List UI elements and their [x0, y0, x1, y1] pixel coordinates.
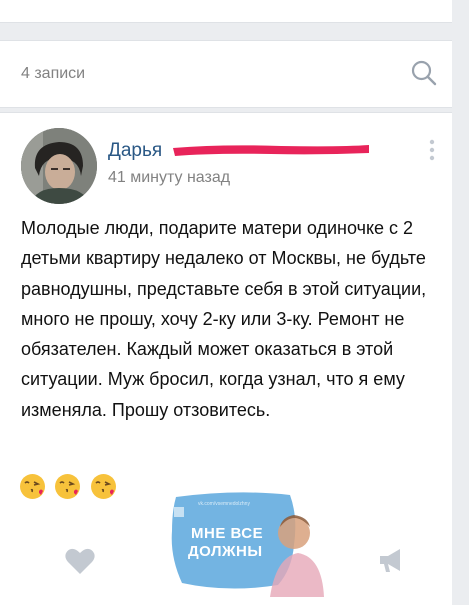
search-icon[interactable] — [410, 59, 438, 87]
previous-card — [0, 0, 452, 23]
face-blowing-kiss-emoji — [55, 474, 81, 499]
watermark-logo: vk.com/vsemnedolzhny МНЕ ВСЕ ДОЛЖНЫ — [158, 487, 328, 603]
post-card: Дарья 41 минуту назад Молодые люди, пода… — [0, 112, 452, 605]
watermark-line1: МНЕ ВСЕ — [191, 525, 264, 542]
redaction-scribble — [173, 145, 369, 156]
author-name[interactable]: Дарья — [108, 140, 162, 162]
avatar[interactable] — [21, 128, 97, 204]
post-timestamp[interactable]: 41 минуту назад — [108, 169, 230, 187]
face-blowing-kiss-emoji — [90, 474, 116, 499]
watermark-line2: ДОЛЖНЫ — [188, 543, 263, 560]
megaphone-icon[interactable] — [376, 545, 406, 575]
heart-icon[interactable] — [64, 547, 96, 575]
emoji-row — [19, 473, 121, 501]
post-count-label: 4 записи — [21, 65, 86, 82]
watermark-url: vk.com/vsemnedolzhny — [198, 501, 250, 507]
wall-header: 4 записи — [0, 40, 452, 108]
face-blowing-kiss-emoji — [20, 474, 45, 499]
post-text: Молодые люди, подарите матери одиночке с… — [21, 218, 427, 420]
more-vertical-icon[interactable] — [428, 138, 436, 164]
